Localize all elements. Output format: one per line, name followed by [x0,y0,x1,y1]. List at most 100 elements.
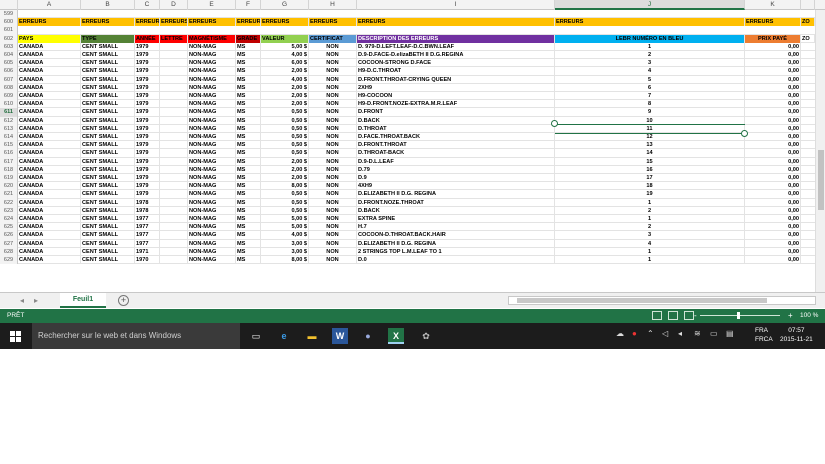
header-magnetisme[interactable]: MAGNÉTISME [188,34,236,43]
cell-lettre[interactable] [160,92,188,101]
cell-grade[interactable]: MS [236,141,261,150]
cell-lettre[interactable] [160,83,188,92]
task-view-icon[interactable]: ▭ [248,328,264,344]
cell-grade[interactable]: MS [236,165,261,174]
cell-lebr[interactable]: 6 [555,83,745,92]
cell-cert[interactable]: NON [309,67,357,76]
cell-lettre[interactable] [160,190,188,199]
cell-prix[interactable]: 0,00 [745,239,801,248]
row-number[interactable]: 618 [0,165,18,174]
cell-lebr[interactable]: 13 [555,141,745,150]
cell-cert[interactable]: NON [309,256,357,265]
row-number[interactable]: 627 [0,239,18,248]
errors-cell[interactable]: ERREURS [135,18,160,27]
cell-grade[interactable]: MS [236,157,261,166]
cell-lettre[interactable] [160,174,188,183]
header-lebr[interactable]: LEBR NUMÉRO EN BLEU [555,34,745,43]
cell-desc[interactable]: EXTRA SPINE [357,215,555,224]
browser-icon[interactable]: ● [360,328,376,344]
column-header-e[interactable]: E [188,0,236,10]
cell-mag[interactable]: NON-MAG [188,256,236,265]
cell-valeur[interactable]: 0,50 $ [261,141,309,150]
errors-cell[interactable]: ERREURS [188,18,236,27]
header-grade[interactable]: GRADE [236,34,261,43]
cell-valeur[interactable]: 5,00 $ [261,215,309,224]
cell-lettre[interactable] [160,198,188,207]
cell-mag[interactable]: NON-MAG [188,157,236,166]
cell-mag[interactable]: NON-MAG [188,198,236,207]
cell-lebr[interactable]: 19 [555,190,745,199]
cell-desc[interactable]: D.ELIZABETH II D.G. REGINA [357,239,555,248]
row-number[interactable]: 615 [0,141,18,150]
cell-prix[interactable]: 0,00 [745,108,801,117]
row-number[interactable]: 605 [0,59,18,68]
cell-pays[interactable]: CANADA [18,174,81,183]
cell-mag[interactable]: NON-MAG [188,100,236,109]
cell-lebr[interactable]: 2 [555,51,745,60]
cell-mag[interactable]: NON-MAG [188,190,236,199]
cell-annee[interactable]: 1979 [135,75,160,84]
volume-icon[interactable]: ◂ [678,329,682,338]
cell-annee[interactable]: 1979 [135,165,160,174]
cell-mag[interactable]: NON-MAG [188,75,236,84]
cell-desc[interactable]: D.BACK [357,206,555,215]
column-header-i[interactable]: I [357,0,555,10]
column-header-k[interactable]: K [745,0,801,10]
cell-mag[interactable]: NON-MAG [188,239,236,248]
cell-cert[interactable]: NON [309,190,357,199]
cell-prix[interactable]: 0,00 [745,174,801,183]
cell-prix[interactable]: 0,00 [745,67,801,76]
cell-cert[interactable]: NON [309,247,357,256]
errors-cell[interactable]: ERREURS [309,18,357,27]
errors-cell[interactable]: ERREURS [357,18,555,27]
cell-grade[interactable]: MS [236,256,261,265]
cell-mag[interactable]: NON-MAG [188,141,236,150]
cell-cert[interactable]: NON [309,75,357,84]
header-description[interactable]: DESCRIPTION DES ERREURS [357,34,555,43]
windows-start-icon[interactable] [10,331,21,342]
cell-mag[interactable]: NON-MAG [188,133,236,142]
row-number[interactable]: 603 [0,42,18,51]
cell-desc[interactable]: H9-COCOON [357,92,555,101]
cell-type[interactable]: CENT SMALL [81,124,135,133]
row-number[interactable]: 601 [0,26,18,35]
cell-type[interactable]: CENT SMALL [81,174,135,183]
cell-lettre[interactable] [160,256,188,265]
cell-cert[interactable]: NON [309,206,357,215]
cell-valeur[interactable]: 6,00 $ [261,59,309,68]
cell-valeur[interactable]: 2,00 $ [261,165,309,174]
horizontal-scroll-thumb[interactable] [517,298,767,303]
cell-desc[interactable]: COCOON-D.THROAT.BACK.HAIR [357,231,555,240]
cell-grade[interactable]: MS [236,92,261,101]
cell-type[interactable]: CENT SMALL [81,198,135,207]
cell-lebr[interactable]: 1 [555,215,745,224]
cell-lebr[interactable]: 3 [555,59,745,68]
add-sheet-icon[interactable]: + [118,295,129,306]
cell-type[interactable]: CENT SMALL [81,59,135,68]
cell-prix[interactable]: 0,00 [745,215,801,224]
cell-prix[interactable]: 0,00 [745,149,801,158]
cell-pays[interactable]: CANADA [18,231,81,240]
cell-desc[interactable]: D.FRONT [357,108,555,117]
errors-cell[interactable]: ZO [801,18,815,27]
cell-lettre[interactable] [160,231,188,240]
cell-type[interactable]: CENT SMALL [81,141,135,150]
cell-pays[interactable]: CANADA [18,116,81,125]
cell-prix[interactable]: 0,00 [745,100,801,109]
row-number[interactable]: 626 [0,231,18,240]
cell-type[interactable]: CENT SMALL [81,67,135,76]
column-header-j[interactable]: J [555,0,745,10]
cell-grade[interactable]: MS [236,149,261,158]
cell-grade[interactable]: MS [236,223,261,232]
word-icon[interactable]: W [332,328,348,344]
cell-prix[interactable]: 0,00 [745,157,801,166]
spreadsheet-grid[interactable]: 599 600 ERREURS ERREURS ERREURS ERREURS … [0,10,825,292]
cell-mag[interactable]: NON-MAG [188,42,236,51]
cell-grade[interactable]: MS [236,182,261,191]
tab-scroll-right-icon[interactable]: ▸ [34,296,38,305]
cell-annee[interactable]: 1979 [135,108,160,117]
cell-lebr[interactable]: 3 [555,231,745,240]
cell-valeur[interactable]: 0,50 $ [261,190,309,199]
cell-type[interactable]: CENT SMALL [81,256,135,265]
row-number[interactable]: 599 [0,10,18,19]
